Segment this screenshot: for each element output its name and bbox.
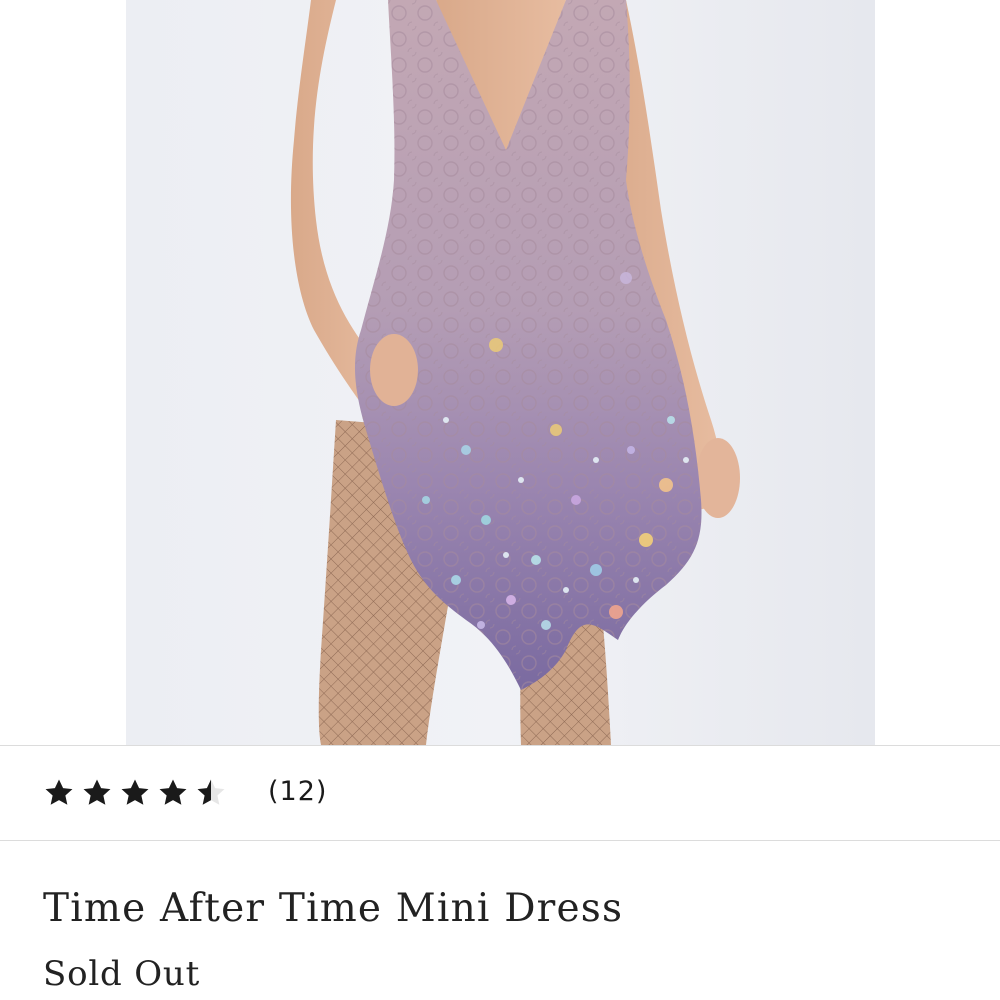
star-icon bbox=[121, 779, 149, 805]
review-count[interactable]: (12) bbox=[268, 776, 327, 807]
product-page: (12) Time After Time Mini Dress Sold Out bbox=[0, 0, 1000, 1000]
product-image-area[interactable] bbox=[0, 0, 1000, 745]
star-icon bbox=[159, 779, 187, 805]
star-icon bbox=[83, 779, 111, 805]
divider bbox=[0, 840, 1000, 841]
availability-status: Sold Out bbox=[43, 954, 201, 994]
star-rating[interactable] bbox=[42, 776, 228, 812]
star-icon bbox=[45, 779, 73, 805]
product-title: Time After Time Mini Dress bbox=[43, 886, 624, 931]
product-photo-illustration bbox=[126, 0, 875, 745]
half-star-icon bbox=[197, 779, 225, 805]
rating-row[interactable]: (12) bbox=[0, 746, 1000, 840]
product-photo[interactable] bbox=[126, 0, 875, 745]
